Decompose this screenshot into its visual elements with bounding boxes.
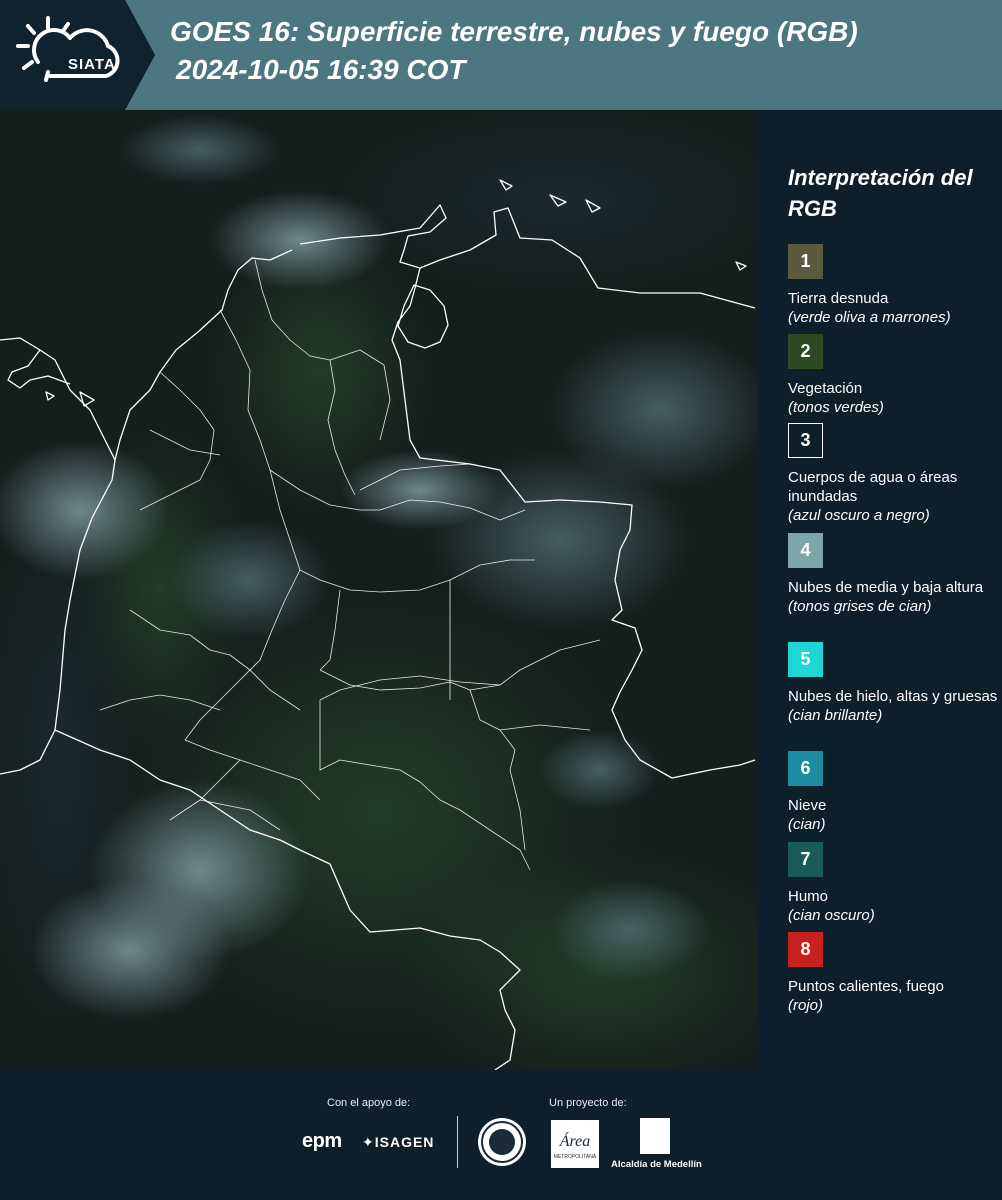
header: SIATA GOES 16: Superficie terrestre, nub… [0, 0, 1002, 110]
area-logo-icon: Área METROPOLITANA [554, 1131, 597, 1160]
legend-item-desc: (cian) [788, 816, 826, 833]
colombia-map-svg [0, 110, 758, 1070]
legend-item-desc: (tonos grises de cian) [788, 598, 932, 615]
legend-item-vegetation: 2 Vegetación (tonos verdes) [788, 334, 998, 417]
legend-swatch-6: 6 [788, 751, 823, 786]
legend-swatch-2: 2 [788, 334, 823, 369]
project-label: Un proyecto de: [549, 1097, 627, 1109]
legend-swatch-1: 1 [788, 244, 823, 279]
isagen-text: ISAGEN [374, 1134, 435, 1150]
seal-icon [481, 1121, 523, 1163]
legend-item-desc: (cian oscuro) [788, 907, 875, 924]
legend-swatch-7: 7 [788, 842, 823, 877]
legend-item-desc: (cian brillante) [788, 707, 883, 724]
svg-text:Área: Área [559, 1131, 591, 1150]
sun-cloud-icon [16, 16, 120, 82]
isagen-mark-icon: ✦ [362, 1134, 375, 1150]
area-metropolitana-logo: Área METROPOLITANA [551, 1120, 599, 1168]
legend-item-desc: (azul oscuro a negro) [788, 507, 930, 524]
legend-swatch-8: 8 [788, 932, 823, 967]
alcaldia-label: Alcaldía de Medellín [611, 1159, 702, 1170]
logo-text: SIATA [68, 56, 116, 73]
page-timestamp: 2024-10-05 16:39 COT [176, 54, 466, 85]
isagen-logo: ✦ISAGEN [362, 1134, 434, 1151]
legend-title: Interpretación del RGB [788, 165, 973, 221]
legend-item-label: Humo [788, 888, 829, 905]
legend-swatch-3: 3 [788, 423, 823, 458]
legend-swatch-5: 5 [788, 642, 823, 677]
legend-item-ice-clouds: 5 Nubes de hielo, altas y gruesas (cian … [788, 642, 998, 725]
alcaldia-shield-icon [640, 1118, 670, 1154]
legend-item-label: Cuerpos de agua o áreas inundadas [788, 469, 958, 505]
legend-item-bare-soil: 1 Tierra desnuda (verde oliva a marrones… [788, 244, 998, 327]
legend-swatch-4: 4 [788, 533, 823, 568]
legend-item-low-clouds: 4 Nubes de media y baja altura (tonos gr… [788, 533, 998, 616]
legend-item-desc: (verde oliva a marrones) [788, 309, 951, 326]
legend-item-smoke: 7 Humo (cian oscuro) [788, 842, 998, 925]
footer: Con el apoyo de: Un proyecto de: epm ✦IS… [0, 1070, 1002, 1200]
svg-text:METROPOLITANA: METROPOLITANA [554, 1154, 597, 1160]
legend-item-snow: 6 Nieve (cian) [788, 751, 998, 834]
seal-logo [478, 1118, 526, 1166]
support-label: Con el apoyo de: [327, 1097, 411, 1109]
legend-item-label: Puntos calientes, fuego [788, 978, 944, 995]
legend-item-label: Nubes de media y baja altura [788, 579, 984, 596]
legend-item-desc: (rojo) [788, 997, 824, 1014]
legend-panel: Interpretación del RGB 1 Tierra desnuda … [760, 110, 1002, 1070]
legend-item-label: Nieve [788, 797, 827, 814]
legend-item-hotspots: 8 Puntos calientes, fuego (rojo) [788, 932, 998, 1015]
legend-item-label: Nubes de hielo, altas y gruesas [788, 688, 998, 705]
legend-item-label: Tierra desnuda [788, 290, 889, 307]
legend-item-desc: (tonos verdes) [788, 399, 884, 416]
epm-logo: epm [302, 1130, 342, 1152]
legend-item-label: Vegetación [788, 380, 863, 397]
footer-divider [457, 1116, 458, 1168]
legend-item-water: 3 Cuerpos de agua o áreas inundadas (azu… [788, 423, 998, 525]
siata-logo: SIATA [10, 10, 130, 96]
page-title: GOES 16: Superficie terrestre, nubes y f… [170, 16, 858, 47]
satellite-map[interactable] [0, 110, 758, 1070]
